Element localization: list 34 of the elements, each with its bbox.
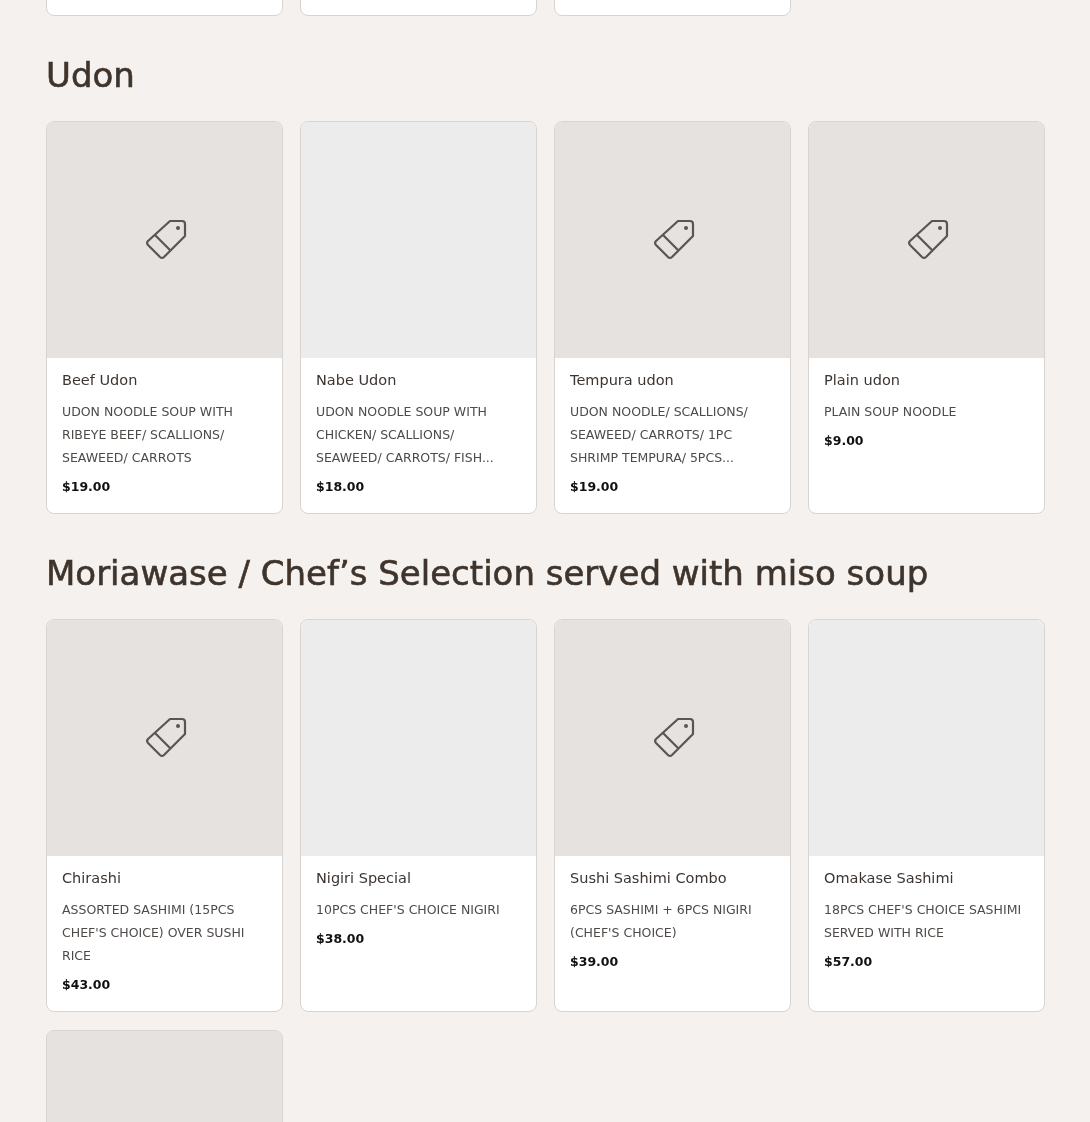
product-price: $18.00 [316, 478, 366, 496]
product-price: $9.00 [824, 432, 865, 450]
product-name: Omakase Sashimi [824, 869, 955, 888]
section-heading: Udon [46, 54, 136, 97]
product-card[interactable]: Tempura udon UDON NOODLE/ SCALLIONS/ SEAWEED/ CARROTS/ 1PC SHRIMP TEMPURA/ 5PCS... $19.00 [554, 121, 791, 514]
product-description: 18PCS CHEF'S CHOICE SASHIMI SERVED WITH RICE [824, 901, 1023, 942]
product-card[interactable]: Nigiri Special 10PCS CHEF'S CHOICE NIGIRI $38.00 [300, 619, 537, 1012]
product-description: PLAIN SOUP NOODLE [824, 403, 958, 421]
product-price: $38.00 [316, 930, 366, 948]
product-card[interactable]: Chirashi ASSORTED SASHIMI (15PCS CHEF'S CHOICE) OVER SUSHI RICE $43.00 [46, 619, 283, 1012]
section-heading: Moriawase / Chef’s Selection served with miso soup [46, 552, 930, 595]
product-name: Nigiri Special [316, 869, 412, 888]
product-description: 6PCS SASHIMI + 6PCS NIGIRI (CHEF'S CHOICE) [570, 901, 753, 942]
product-description: UDON NOODLE SOUP WITH CHICKEN/ SCALLIONS/ SEAWEED/ CARROTS/ FISH... [316, 403, 495, 467]
product-price: $39.00 [570, 953, 620, 971]
product-name: Plain udon [824, 371, 901, 390]
product-description: UDON NOODLE SOUP WITH RIBEYE BEEF/ SCALLIONS/ SEAWEED/ CARROTS [62, 403, 234, 467]
product-card[interactable]: Plain udon PLAIN SOUP NOODLE $9.00 [808, 121, 1045, 514]
product-price: $43.00 [62, 976, 112, 994]
product-name: Tempura udon [570, 371, 675, 390]
product-card[interactable]: Beef Udon UDON NOODLE SOUP WITH RIBEYE BEEF/ SCALLIONS/ SEAWEED/ CARROTS $19.00 [46, 121, 283, 514]
product-name: Beef Udon [62, 371, 139, 390]
product-name: Chirashi [62, 869, 122, 888]
product-card[interactable]: Sushi Sashimi Combo 6PCS SASHIMI + 6PCS NIGIRI (CHEF'S CHOICE) $39.00 [554, 619, 791, 1012]
product-card[interactable]: Omakase Sashimi 18PCS CHEF'S CHOICE SASHIMI SERVED WITH RICE $57.00 [808, 619, 1045, 1012]
product-name: Nabe Udon [316, 371, 398, 390]
product-name: Sushi Sashimi Combo [570, 869, 728, 888]
product-price: $19.00 [570, 478, 620, 496]
product-card[interactable]: Nabe Udon UDON NOODLE SOUP WITH CHICKEN/ SCALLIONS/ SEAWEED/ CARROTS/ FISH... $18.00 [300, 121, 537, 514]
product-price: $57.00 [824, 953, 874, 971]
product-description: ASSORTED SASHIMI (15PCS CHEF'S CHOICE) OVER SUSHI RICE [62, 901, 246, 965]
product-description: UDON NOODLE/ SCALLIONS/ SEAWEED/ CARROTS/ 1PC SHRIMP TEMPURA/ 5PCS... [570, 403, 749, 467]
product-price: $19.00 [62, 478, 112, 496]
product-description: 10PCS CHEF'S CHOICE NIGIRI [316, 901, 501, 919]
